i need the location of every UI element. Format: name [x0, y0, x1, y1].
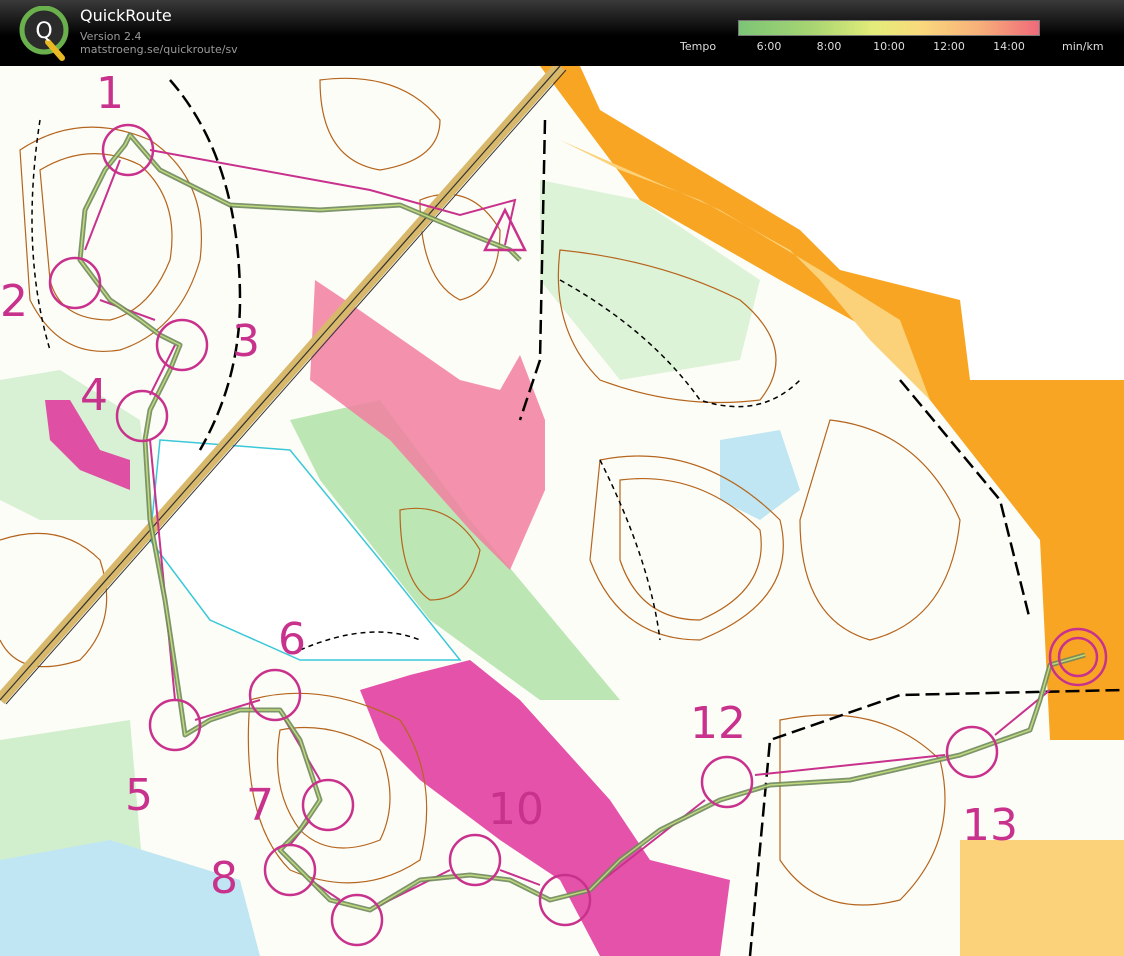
control-number-1: 1: [96, 68, 124, 119]
svg-text:Q: Q: [35, 19, 52, 44]
tempo-tick: 8:00: [816, 40, 842, 53]
control-number-5: 5: [125, 770, 153, 821]
quickroute-logo: Q: [19, 6, 69, 61]
tempo-unit: min/km: [1062, 40, 1104, 53]
header-bar: Q QuickRoute Version 2.4 matstroeng.se/q…: [0, 0, 1124, 66]
rough-open-land: [960, 840, 1124, 956]
control-number-7: 7: [246, 780, 274, 831]
tempo-tick: 14:00: [993, 40, 1025, 53]
app-name: QuickRoute: [80, 6, 172, 25]
control-number-12: 12: [690, 698, 746, 749]
control-number-10: 10: [488, 784, 544, 835]
app-version: Version 2.4: [80, 30, 142, 43]
control-number-3: 3: [232, 316, 260, 367]
app-url-link[interactable]: matstroeng.se/quickroute/sv: [80, 43, 238, 56]
tempo-label: Tempo: [680, 40, 717, 53]
tempo-tick: 12:00: [933, 40, 965, 53]
control-number-4: 4: [80, 370, 108, 421]
control-number-6: 6: [278, 614, 306, 665]
tempo-color-scale: [738, 20, 1040, 36]
control-number-2: 2: [0, 276, 28, 327]
tempo-tick: 6:00: [756, 40, 782, 53]
orienteering-map[interactable]: 1 2 3 4 5 6 7 8 10 12 13: [0, 66, 1124, 956]
control-number-13: 13: [962, 800, 1018, 851]
control-number-8: 8: [210, 853, 238, 904]
tempo-tick: 10:00: [873, 40, 905, 53]
